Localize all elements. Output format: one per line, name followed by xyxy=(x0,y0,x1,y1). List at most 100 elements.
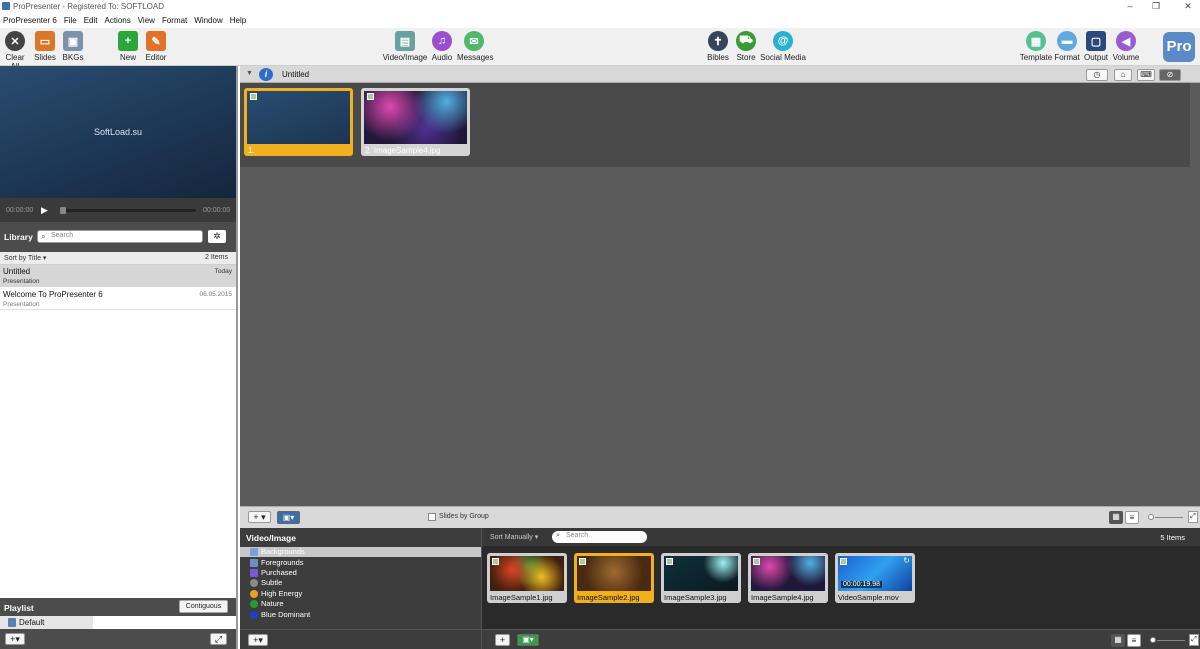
list-view-icon[interactable]: ≡ xyxy=(1125,511,1139,524)
media-thumbnail[interactable]: ImageSample3.jpg xyxy=(661,553,741,603)
menu-propresenter[interactable]: ProPresenter 6 xyxy=(0,14,61,25)
search-icon: ⌕ xyxy=(556,532,560,539)
menu-file[interactable]: File xyxy=(61,14,81,25)
playlist-item[interactable]: Default xyxy=(0,616,236,629)
add-category-button[interactable]: +▾ xyxy=(248,634,268,646)
library-item[interactable]: Welcome To ProPresenter 6 Presentation 0… xyxy=(0,288,236,310)
speaker-icon: ◀ xyxy=(1116,31,1136,51)
category-item[interactable]: Nature xyxy=(240,599,481,609)
category-item[interactable]: Purchased xyxy=(240,568,481,578)
menu-help[interactable]: Help xyxy=(227,14,250,25)
video-image-icon: ▤ xyxy=(395,31,415,51)
media-bin-header: Sort Manually ▾ ⌕ Search 5 Items xyxy=(482,528,1200,546)
document-scrollbar[interactable] xyxy=(1190,83,1200,506)
document-header: ▼ i Untitled ◷ ⌂ ⌨ ⊘ xyxy=(240,66,1200,83)
keyboard-icon[interactable]: ⌨ xyxy=(1137,69,1155,81)
library-search-input[interactable]: ⌕ Search xyxy=(37,230,203,243)
media-header: Video/Image xyxy=(246,533,296,543)
expand-icon[interactable]: ⤢ xyxy=(1188,511,1198,523)
list-view-icon[interactable]: ≡ xyxy=(1127,634,1141,647)
image-badge-icon xyxy=(753,558,760,565)
volume-button[interactable]: ◀ Volume xyxy=(1112,31,1140,62)
gear-icon[interactable]: ✲ xyxy=(208,230,226,243)
new-button[interactable]: + New xyxy=(116,31,140,62)
zoom-slider-track[interactable] xyxy=(1157,640,1185,641)
play-icon[interactable]: ▶ xyxy=(41,205,48,216)
collapse-arrow-icon[interactable]: ▼ xyxy=(246,70,253,77)
disable-icon[interactable]: ⊘ xyxy=(1159,69,1181,81)
media-bin-footer: + ▣▾ ▦ ≡ ⤢ xyxy=(481,629,1200,649)
minimize-icon[interactable]: – xyxy=(1120,0,1140,12)
zoom-slider-handle[interactable] xyxy=(1148,514,1154,520)
template-button[interactable]: ▦ Template xyxy=(1019,31,1053,62)
slides-by-group-checkbox[interactable] xyxy=(428,513,436,521)
messages-button[interactable]: ✉ Messages xyxy=(457,31,493,62)
category-item[interactable]: Backgrounds xyxy=(240,547,481,557)
media-thumbnail[interactable]: ImageSample1.jpg xyxy=(487,553,567,603)
library-header: Library ⌕ Search ✲ xyxy=(0,222,236,252)
media-sort-dropdown[interactable]: Sort Manually ▾ xyxy=(490,533,538,541)
image-badge-icon xyxy=(666,558,673,565)
menu-format[interactable]: Format xyxy=(159,14,191,25)
message-icon: ✉ xyxy=(464,31,484,51)
cart-icon: ⛟ xyxy=(736,31,756,51)
media-search-input[interactable]: ⌕ Search xyxy=(552,531,647,543)
social-media-button[interactable]: @ Social Media xyxy=(760,31,806,62)
close-icon[interactable]: ✕ xyxy=(1178,0,1198,12)
media-thumbnail[interactable]: ImageSample4.jpg xyxy=(748,553,828,603)
media-thumbnail[interactable]: ImageSample2.jpg xyxy=(574,553,654,603)
add-slide-button[interactable]: + ▾ xyxy=(248,511,271,523)
bible-icon: ✝ xyxy=(708,31,728,51)
menu-edit[interactable]: Edit xyxy=(81,14,102,25)
search-icon: ⌕ xyxy=(41,232,46,241)
slide-thumbnail[interactable]: 2. ImageSample4.jpg xyxy=(361,88,470,156)
category-item[interactable]: Blue Dominant xyxy=(240,610,481,620)
playlist-footer: +▾ ⤢ xyxy=(0,629,236,649)
slide-thumbnail[interactable]: 1. xyxy=(244,88,353,156)
grid-view-icon[interactable]: ▦ xyxy=(1111,634,1125,647)
media-type-icon[interactable]: ▣▾ xyxy=(517,634,539,646)
image-badge-icon xyxy=(579,558,586,565)
store-button[interactable]: ⛟ Store xyxy=(734,31,758,62)
format-button[interactable]: ▬ Format xyxy=(1054,31,1080,62)
clear-all-button[interactable]: ✕ Clear All xyxy=(1,31,29,71)
category-item[interactable]: Foregrounds xyxy=(240,558,481,568)
scrub-track[interactable] xyxy=(60,209,196,212)
color-dot-icon xyxy=(250,611,258,619)
category-item[interactable]: High Energy xyxy=(240,589,481,599)
video-duration: 00:00:19.98 xyxy=(841,581,882,588)
slide-style-icon[interactable]: ▣▾ xyxy=(277,511,300,524)
info-icon[interactable]: i xyxy=(259,68,273,81)
category-item[interactable]: Subtle xyxy=(240,578,481,588)
media-thumbnail[interactable]: ↻ 00:00:19.98 VideoSample.mov xyxy=(835,553,915,603)
bibles-button[interactable]: ✝ Bibles xyxy=(706,31,730,62)
add-playlist-button[interactable]: +▾ xyxy=(5,633,25,645)
grid-view-icon[interactable]: ▦ xyxy=(1109,511,1123,524)
contiguous-button[interactable]: Contiguous xyxy=(179,600,228,613)
backgrounds-icon: ▣ xyxy=(63,31,83,51)
expand-icon[interactable]: ⤢ xyxy=(1189,634,1199,646)
menu-window[interactable]: Window xyxy=(191,14,226,25)
playlist-header: Playlist Contiguous xyxy=(0,598,236,616)
menu-actions[interactable]: Actions xyxy=(102,14,135,25)
slides-button[interactable]: ▭ Slides xyxy=(33,31,57,62)
editor-button[interactable]: ✎ Editor xyxy=(143,31,169,62)
restore-icon[interactable]: ❐ xyxy=(1146,0,1166,12)
expand-icon[interactable]: ⤢ xyxy=(210,633,227,645)
purchased-icon xyxy=(250,569,258,577)
bkgs-button[interactable]: ▣ BKGs xyxy=(61,31,85,62)
library-item[interactable]: Untitled Presentation Today xyxy=(0,265,236,287)
title-bar: ProPresenter - Registered To: SOFTLOAD –… xyxy=(0,0,1200,13)
zoom-slider-handle[interactable] xyxy=(1150,637,1156,643)
add-media-button[interactable]: + xyxy=(495,634,510,646)
sort-dropdown[interactable]: Sort by Title ▾ xyxy=(4,254,46,262)
output-button[interactable]: ▢ Output xyxy=(1083,31,1109,62)
audio-button[interactable]: ♫ Audio xyxy=(430,31,454,62)
scrub-handle[interactable] xyxy=(60,207,66,214)
playlist-icon xyxy=(8,618,16,627)
zoom-slider-track[interactable] xyxy=(1155,517,1183,518)
video-image-button[interactable]: ▤ Video/Image xyxy=(382,31,428,62)
menu-view[interactable]: View xyxy=(135,14,159,25)
clock-icon[interactable]: ◷ xyxy=(1086,69,1108,81)
hierarchy-icon[interactable]: ⌂ xyxy=(1114,69,1132,81)
